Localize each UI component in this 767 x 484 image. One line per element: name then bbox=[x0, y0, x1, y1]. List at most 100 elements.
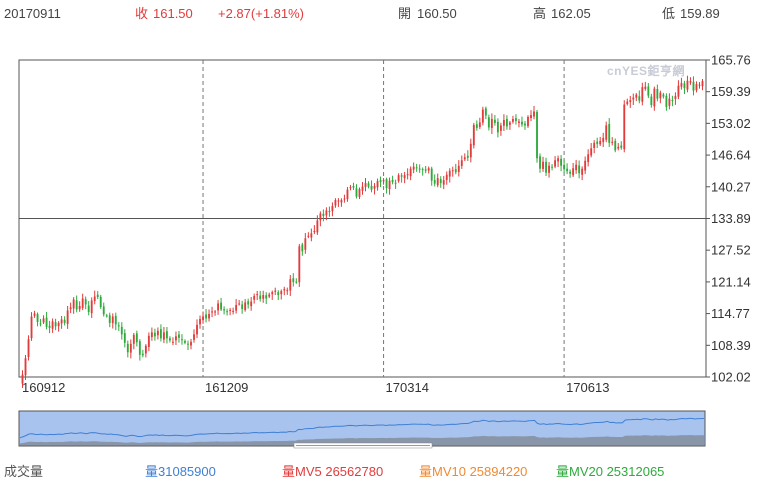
y-tick-label: 108.39 bbox=[711, 338, 751, 353]
candle-body bbox=[220, 302, 223, 310]
candle-body bbox=[581, 168, 584, 175]
candle-body bbox=[521, 121, 523, 125]
candle-body bbox=[539, 156, 541, 169]
candle-body bbox=[132, 334, 135, 344]
candle bbox=[481, 106, 484, 126]
candle-body bbox=[596, 141, 599, 144]
candle-body bbox=[105, 315, 108, 317]
y-tick-label: 165.76 bbox=[711, 53, 751, 68]
candle-body bbox=[620, 145, 623, 148]
candle-body bbox=[557, 158, 560, 162]
candle-body bbox=[355, 188, 358, 197]
volume-label: 成交量 bbox=[4, 464, 44, 479]
candle-body bbox=[644, 86, 647, 89]
candle-body bbox=[496, 121, 499, 133]
candle-body bbox=[554, 160, 556, 167]
candle-body bbox=[427, 168, 430, 171]
candle-body bbox=[325, 210, 328, 216]
y-tick-label: 153.02 bbox=[711, 116, 751, 131]
candle-body bbox=[602, 137, 605, 143]
y-tick-label: 140.27 bbox=[711, 179, 751, 194]
candle-body bbox=[205, 314, 207, 319]
candle-body bbox=[505, 118, 508, 127]
candle-body bbox=[352, 186, 355, 188]
candle-body bbox=[508, 122, 511, 125]
candle-body bbox=[286, 290, 289, 292]
candle-body bbox=[367, 183, 370, 187]
candle bbox=[536, 109, 538, 163]
candle-body bbox=[247, 301, 250, 305]
candle-body bbox=[472, 124, 475, 146]
candle-body bbox=[60, 319, 63, 324]
candle-body bbox=[478, 122, 481, 128]
candle-body bbox=[575, 164, 578, 171]
candle-body bbox=[202, 316, 204, 321]
candle-body bbox=[165, 331, 168, 339]
candle-body bbox=[90, 300, 93, 314]
candle-body bbox=[623, 104, 626, 150]
candle-body bbox=[346, 189, 349, 200]
candle-body bbox=[358, 189, 361, 197]
candle-body bbox=[232, 310, 235, 312]
x-tick-label: 170314 bbox=[386, 380, 429, 395]
candle-body bbox=[214, 311, 217, 313]
candle-body bbox=[84, 299, 87, 305]
candle-body bbox=[632, 97, 635, 100]
candle-body bbox=[310, 233, 313, 238]
candle-body bbox=[662, 94, 665, 97]
x-tick-label: 160912 bbox=[22, 380, 65, 395]
candle-body bbox=[39, 323, 42, 325]
candle-body bbox=[42, 318, 45, 323]
price-chart[interactable]: 165.76 159.39 153.02 146.64 140.27 133.89 127.… bbox=[0, 0, 767, 405]
candle-body bbox=[487, 117, 490, 128]
candle-body bbox=[439, 179, 442, 184]
candle-body bbox=[51, 321, 54, 329]
candle-body bbox=[295, 281, 298, 283]
candle-body bbox=[656, 89, 659, 99]
candle-body bbox=[337, 200, 340, 202]
candle-body bbox=[63, 319, 66, 323]
candle-body bbox=[316, 220, 319, 233]
candle-body bbox=[123, 333, 126, 343]
candle-body bbox=[433, 180, 436, 184]
candle-body bbox=[138, 341, 141, 355]
candle-body bbox=[680, 83, 683, 87]
candle-body bbox=[87, 305, 90, 312]
candle-body bbox=[448, 170, 451, 177]
candle-body bbox=[66, 310, 69, 324]
y-tick-label: 127.52 bbox=[711, 243, 751, 258]
candle-body bbox=[319, 213, 322, 221]
candle-body bbox=[334, 200, 337, 206]
candle-body bbox=[126, 343, 129, 353]
candle-body bbox=[322, 213, 325, 216]
candle-body bbox=[129, 343, 132, 353]
candle bbox=[623, 100, 626, 153]
candle-body bbox=[460, 160, 463, 167]
candle-body bbox=[647, 86, 650, 96]
candle-body bbox=[69, 307, 72, 310]
candle-body bbox=[108, 315, 111, 323]
candle-body bbox=[695, 84, 698, 91]
candle-body bbox=[527, 116, 529, 127]
candle-body bbox=[235, 304, 238, 311]
candle-body bbox=[277, 292, 280, 296]
candle-body bbox=[605, 125, 608, 140]
candle-body bbox=[169, 338, 171, 341]
candle-body bbox=[184, 340, 186, 343]
candle-body bbox=[499, 125, 502, 131]
candle-body bbox=[563, 164, 566, 170]
candle-body bbox=[659, 92, 662, 99]
candle-body bbox=[301, 244, 304, 252]
candle-body bbox=[328, 210, 331, 212]
candle-body bbox=[48, 325, 51, 328]
candle-body bbox=[400, 175, 403, 177]
candle-body bbox=[421, 169, 424, 171]
navigator[interactable] bbox=[0, 405, 767, 455]
candle-body bbox=[27, 339, 30, 358]
candle-body bbox=[518, 121, 520, 123]
candle-body bbox=[572, 168, 575, 176]
candle-body bbox=[24, 358, 27, 376]
candle-body bbox=[259, 295, 262, 300]
candle-body bbox=[271, 292, 274, 295]
candle-body bbox=[292, 278, 295, 283]
